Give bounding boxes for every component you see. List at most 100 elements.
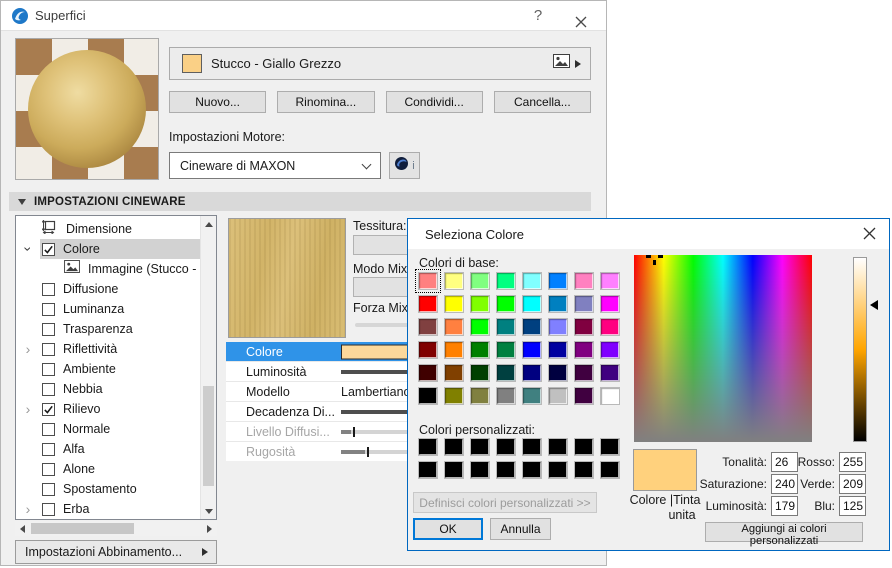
custom-color-swatch[interactable] (444, 438, 464, 456)
basic-color-swatch[interactable] (548, 272, 568, 290)
checkbox[interactable] (42, 342, 55, 356)
tree-item-erba[interactable]: › Erba (16, 499, 200, 519)
basic-color-swatch[interactable] (600, 318, 620, 336)
scroll-down-arrow-icon[interactable] (201, 503, 216, 519)
basic-color-swatch[interactable] (470, 295, 490, 313)
basic-color-swatch[interactable] (522, 295, 542, 313)
engine-dropdown[interactable]: Cineware di MAXON (169, 152, 381, 179)
matching-settings-button[interactable]: Impostazioni Abbinamento... (15, 540, 217, 564)
dialog-close-button[interactable] (863, 227, 877, 241)
blue-field[interactable]: 125 (839, 496, 866, 516)
basic-color-swatch[interactable] (600, 364, 620, 382)
basic-color-swatch[interactable] (418, 295, 438, 313)
basic-color-swatch[interactable] (444, 295, 464, 313)
basic-color-swatch[interactable] (522, 318, 542, 336)
basic-color-swatch[interactable] (548, 364, 568, 382)
cineware-info-button[interactable]: i (389, 152, 420, 179)
scroll-left-arrow-icon[interactable] (15, 521, 30, 536)
basic-color-swatch[interactable] (522, 387, 542, 405)
checkbox[interactable] (42, 422, 55, 436)
custom-color-swatch[interactable] (496, 438, 516, 456)
expander-open-icon[interactable]: › (16, 242, 40, 256)
basic-color-swatch[interactable] (600, 387, 620, 405)
basic-color-swatch[interactable] (600, 341, 620, 359)
custom-color-swatch[interactable] (600, 438, 620, 456)
basic-color-swatch[interactable] (522, 341, 542, 359)
basic-color-swatch[interactable] (574, 387, 594, 405)
basic-color-swatch[interactable] (548, 387, 568, 405)
basic-color-swatch[interactable] (496, 272, 516, 290)
tree-item-colore[interactable]: › Colore (16, 239, 200, 259)
checkbox[interactable] (42, 282, 55, 296)
rename-button[interactable]: Rinomina... (277, 91, 375, 113)
hue-saturation-field[interactable] (634, 255, 812, 442)
custom-color-swatch[interactable] (418, 461, 438, 479)
tree-item-riflettivit[interactable]: › Riflettività (16, 339, 200, 359)
basic-color-swatch[interactable] (496, 318, 516, 336)
basic-color-swatch[interactable] (548, 318, 568, 336)
basic-color-swatch[interactable] (470, 318, 490, 336)
expander-closed-icon[interactable]: › (16, 402, 40, 416)
checkbox[interactable] (42, 362, 55, 376)
checkbox-checked[interactable] (42, 402, 55, 416)
checkbox[interactable] (42, 482, 55, 496)
basic-color-swatch[interactable] (444, 341, 464, 359)
tree-item-ambiente[interactable]: Ambiente (16, 359, 200, 379)
tree-item-dimensione[interactable]: Dimensione (16, 219, 200, 239)
cancel-button[interactable]: Annulla (490, 518, 551, 540)
basic-color-swatch[interactable] (574, 318, 594, 336)
basic-color-swatch[interactable] (496, 364, 516, 382)
luminance-bar[interactable] (853, 257, 867, 442)
basic-color-swatch[interactable] (418, 341, 438, 359)
share-button[interactable]: Condividi... (385, 91, 483, 113)
add-custom-color-button[interactable]: Aggiungi ai colori personalizzati (705, 522, 863, 547)
delete-button[interactable]: Cancella... (493, 91, 591, 113)
horizontal-scroll-thumb[interactable] (31, 523, 134, 534)
custom-color-swatch[interactable] (548, 438, 568, 456)
tree-horizontal-scrollbar[interactable] (15, 521, 217, 536)
checkbox[interactable] (42, 322, 55, 336)
basic-color-swatch[interactable] (496, 387, 516, 405)
custom-color-swatch[interactable] (470, 461, 490, 479)
basic-color-swatch[interactable] (574, 364, 594, 382)
basic-color-swatch[interactable] (600, 272, 620, 290)
checkbox[interactable] (42, 442, 55, 456)
basic-color-swatch[interactable] (418, 387, 438, 405)
red-field[interactable]: 255 (839, 452, 866, 472)
material-selector[interactable]: Stucco - Giallo Grezzo (169, 47, 591, 80)
material-menu-caret-icon[interactable] (575, 59, 581, 68)
basic-color-swatch[interactable] (444, 272, 464, 290)
basic-color-swatch[interactable] (470, 272, 490, 290)
custom-color-swatch[interactable] (522, 438, 542, 456)
checkbox-checked[interactable] (42, 242, 55, 256)
basic-color-swatch[interactable] (496, 341, 516, 359)
vertical-scroll-thumb[interactable] (203, 386, 214, 486)
basic-color-swatch[interactable] (522, 272, 542, 290)
new-button[interactable]: Nuovo... (169, 91, 267, 113)
scroll-up-arrow-icon[interactable] (201, 216, 216, 232)
custom-color-swatch[interactable] (496, 461, 516, 479)
custom-color-swatch[interactable] (600, 461, 620, 479)
tree-item-nebbia[interactable]: Nebbia (16, 379, 200, 399)
custom-color-swatch[interactable] (418, 438, 438, 456)
basic-color-swatch[interactable] (574, 295, 594, 313)
tree-item-luminanza[interactable]: Luminanza (16, 299, 200, 319)
cineware-section-header[interactable]: IMPOSTAZIONI CINEWARE (9, 192, 591, 211)
custom-color-swatch[interactable] (470, 438, 490, 456)
scroll-right-arrow-icon[interactable] (202, 521, 217, 536)
tree-item-alfa[interactable]: Alfa (16, 439, 200, 459)
basic-color-swatch[interactable] (418, 318, 438, 336)
tree-item-rilievo[interactable]: › Rilievo (16, 399, 200, 419)
expander-closed-icon[interactable]: › (16, 342, 40, 356)
custom-color-swatch[interactable] (574, 438, 594, 456)
help-button[interactable]: ? (520, 1, 556, 31)
basic-color-swatch[interactable] (600, 295, 620, 313)
ok-button[interactable]: OK (413, 518, 483, 540)
expander-closed-icon[interactable]: › (16, 502, 40, 516)
checkbox[interactable] (42, 382, 55, 396)
basic-color-swatch[interactable] (470, 364, 490, 382)
dialog-titlebar[interactable]: Seleziona Colore (408, 219, 889, 249)
tree-item-normale[interactable]: Normale (16, 419, 200, 439)
basic-color-swatch[interactable] (444, 318, 464, 336)
custom-color-swatch[interactable] (522, 461, 542, 479)
